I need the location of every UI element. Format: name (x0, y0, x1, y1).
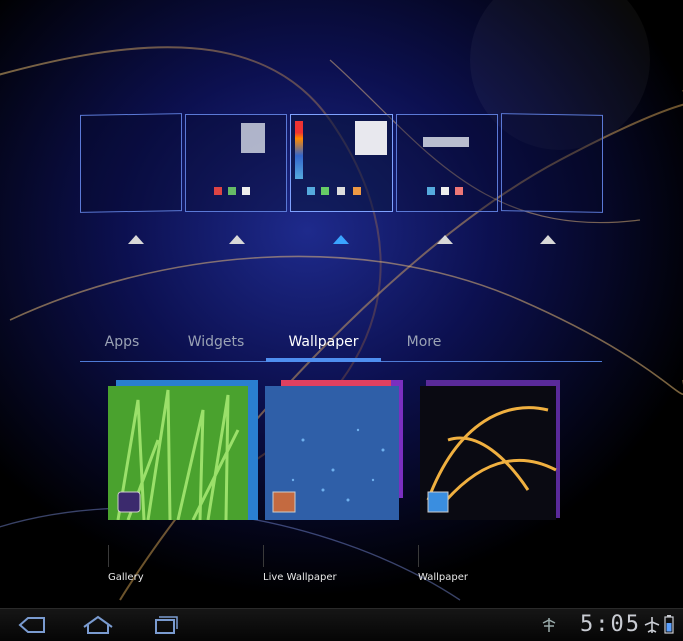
screen-3-arrow-icon[interactable] (331, 234, 351, 246)
tab-more[interactable]: More (396, 326, 452, 360)
wallpaper-label: Wallpaper (418, 572, 469, 583)
airplane-mode-icon[interactable] (644, 616, 660, 634)
usb-debug-icon[interactable] (540, 617, 558, 633)
app-icon (353, 187, 361, 195)
home-screen-1[interactable] (80, 113, 182, 213)
screen-5-arrow-icon[interactable] (538, 234, 558, 246)
app-icon (307, 187, 315, 195)
live-wallpaper-icon (275, 494, 293, 510)
app-icon-column (295, 121, 303, 179)
gallery-label: Gallery (108, 572, 144, 583)
app-icon (228, 187, 236, 195)
live-wallpaper-card[interactable]: Live Wallpaper (263, 380, 413, 590)
tab-apps[interactable]: Apps (94, 326, 150, 360)
screen-4-arrow-icon[interactable] (435, 234, 455, 246)
app-icon (214, 187, 222, 195)
app-icon (321, 187, 329, 195)
tab-wallpaper[interactable]: Wallpaper (266, 326, 381, 360)
recent-apps-icon[interactable] (144, 613, 184, 637)
system-bar: 5:05 (0, 608, 683, 641)
app-icon (337, 187, 345, 195)
widget-thumbnail (355, 121, 387, 155)
home-screen-previews (80, 113, 603, 218)
app-icon (242, 187, 250, 195)
home-screen-2[interactable] (185, 114, 287, 212)
active-tab-indicator (266, 358, 381, 362)
card-separator (263, 545, 264, 567)
clock[interactable]: 5:05 (580, 612, 641, 638)
home-screen-3[interactable] (290, 114, 393, 212)
widget-thumbnail (241, 123, 265, 153)
gallery-icon (120, 494, 138, 510)
live-wallpaper-label: Live Wallpaper (263, 572, 337, 583)
customize-tab-bar: Apps Widgets Wallpaper More (80, 326, 602, 362)
screen-2-arrow-icon[interactable] (227, 234, 247, 246)
widget-thumbnail (423, 137, 469, 147)
home-screen-4[interactable] (396, 114, 498, 212)
battery-icon[interactable] (664, 614, 674, 634)
tab-widgets[interactable]: Widgets (180, 326, 252, 360)
app-icon (427, 187, 435, 195)
home-icon[interactable] (78, 613, 118, 637)
gallery-card[interactable]: Gallery (108, 380, 258, 590)
home-screen-5[interactable] (501, 113, 603, 213)
back-icon[interactable] (12, 613, 52, 637)
app-icon (455, 187, 463, 195)
wallpaper-icon (430, 494, 448, 510)
screen-1-arrow-icon[interactable] (126, 234, 146, 246)
card-separator (418, 545, 419, 567)
app-icon (441, 187, 449, 195)
wallpaper-card[interactable]: Wallpaper (418, 380, 568, 590)
card-separator (108, 545, 109, 567)
